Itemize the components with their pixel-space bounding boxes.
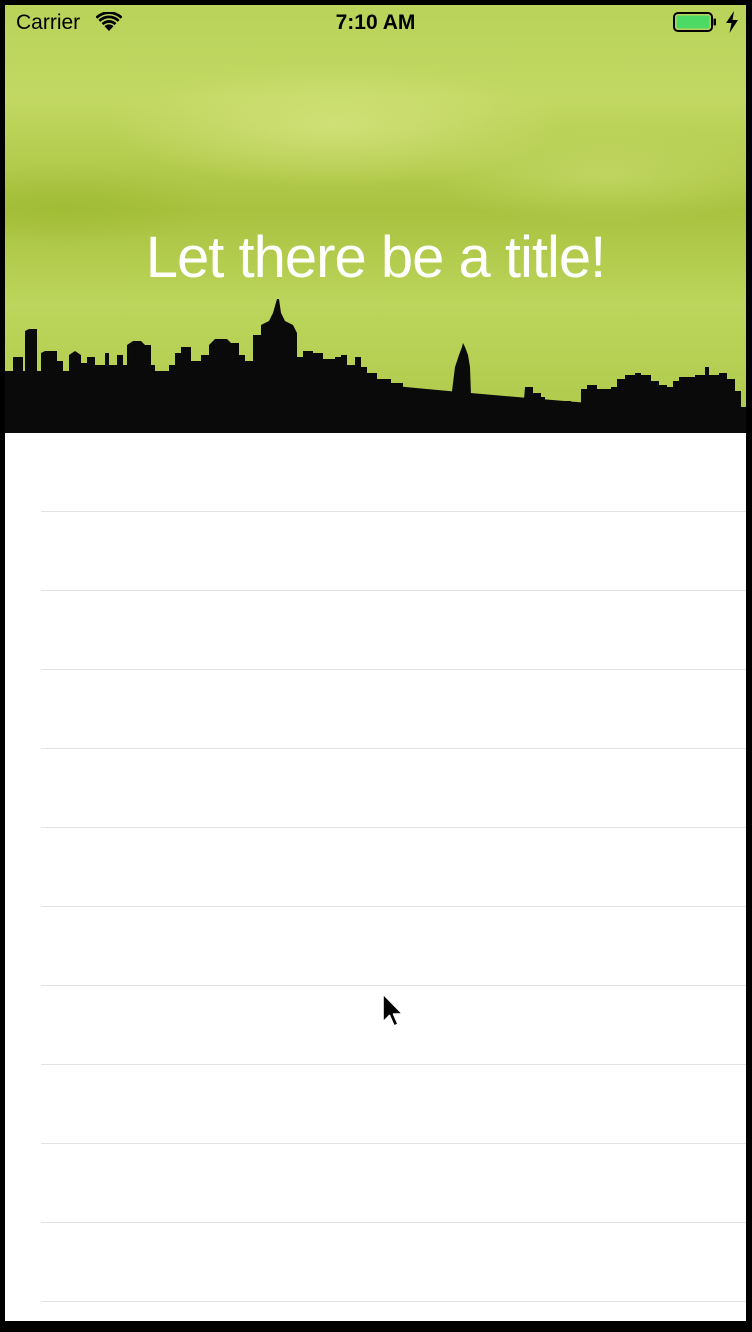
parallax-header: Carrier 7:10 AM Let there be a title! — [5, 5, 746, 433]
charging-bolt-icon — [726, 11, 738, 33]
table-row[interactable] — [41, 1223, 746, 1302]
table-row[interactable] — [41, 591, 746, 670]
status-bar: Carrier 7:10 AM — [5, 5, 746, 41]
city-skyline-silhouette — [5, 299, 746, 433]
status-time: 7:10 AM — [335, 11, 416, 34]
table-row[interactable] — [41, 1144, 746, 1223]
header-title: Let there be a title! — [145, 225, 606, 290]
table-view[interactable] — [5, 433, 746, 1302]
mouse-pointer-icon — [382, 993, 404, 1027]
battery-icon — [673, 12, 716, 32]
table-row[interactable] — [41, 512, 746, 591]
table-row[interactable] — [41, 907, 746, 986]
app-screen: Carrier 7:10 AM Let there be a title! — [5, 5, 746, 1321]
table-row[interactable] — [41, 828, 746, 907]
table-row[interactable] — [41, 1065, 746, 1144]
table-row[interactable] — [41, 433, 746, 512]
table-row[interactable] — [41, 749, 746, 828]
table-row[interactable] — [41, 670, 746, 749]
